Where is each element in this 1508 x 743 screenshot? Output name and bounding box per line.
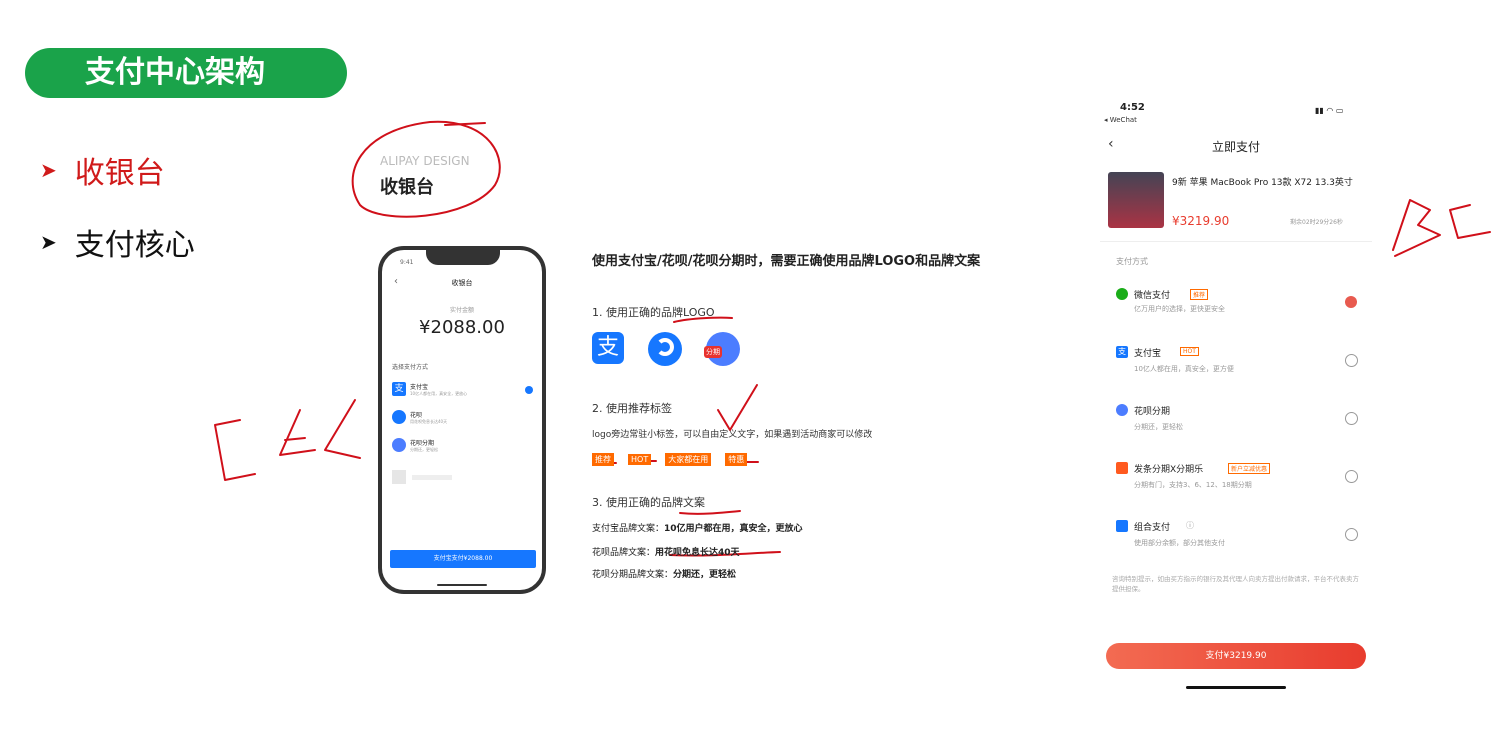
radio-icon[interactable] <box>1345 412 1358 425</box>
radio-icon[interactable] <box>1345 470 1358 483</box>
method-huabei-installment[interactable]: 花呗分期 分期还，更轻松 <box>1116 404 1366 444</box>
method-desc: 使用部分余额，部分其他支付 <box>1134 539 1225 547</box>
method-wechat[interactable]: 微信支付 推荐 亿万用户的选择，更快更安全 <box>1116 288 1366 328</box>
step1-title: 1. 使用正确的品牌LOGO <box>592 306 715 319</box>
tag-row: 推荐 HOT 大家都在用 特惠 <box>592 447 761 466</box>
method-fenqile[interactable]: 发条分期X分期乐 新户立减优惠 分期有门，支持3、6、12、18期分期 <box>1116 462 1366 502</box>
selected-check-icon <box>525 386 533 394</box>
checkout-title: 立即支付 <box>1211 140 1260 154</box>
radio-icon[interactable] <box>1345 354 1358 367</box>
phone-pay-button[interactable]: 支付宝支付¥2088.00 <box>390 550 536 568</box>
copy-huabei: 花呗品牌文案：用花呗免息长达40天 <box>592 545 740 558</box>
section-label: 支付方式 <box>1116 257 1148 266</box>
radio-icon[interactable] <box>1345 528 1358 541</box>
amount-value: ¥2088.00 <box>419 317 505 338</box>
checkout-screen: 4:52 ◂ WeChat ▮▮ ◠ ▭ ‹ 立即支付 9新 苹果 MacBoo… <box>1100 96 1372 706</box>
method-alipay[interactable]: 支 支付宝 10亿人都在用，真安全，更放心 <box>392 382 533 404</box>
method-name: 微信支付 <box>1134 291 1171 301</box>
home-indicator <box>1186 686 1286 689</box>
huabei-icon <box>392 410 406 424</box>
huabei-icon <box>1116 404 1128 416</box>
selected-radio-icon[interactable] <box>1345 296 1357 308</box>
method-name: 花呗分期 <box>410 440 435 447</box>
info-icon[interactable]: ⓘ <box>1186 520 1194 531</box>
section-label: 选择支付方式 <box>392 364 429 371</box>
method-desc: 分期还，更轻松 <box>1134 423 1183 431</box>
method-desc: 亿万用户的选择，更快更安全 <box>1134 305 1225 313</box>
divider <box>1100 241 1372 242</box>
method-name: 组合支付 <box>1134 523 1171 533</box>
method-desc: 用花呗免息长达40天 <box>410 419 448 424</box>
copy-text: 10亿用户都在用，真安全，更放心 <box>664 524 803 534</box>
product-image <box>1108 172 1164 228</box>
method-desc: 10亿人都在用，真安全，更方便 <box>1134 365 1234 373</box>
copy-text: 分期还，更轻松 <box>673 570 737 580</box>
method-huabei-installment[interactable]: 花呗分期 分期还，更轻松 <box>392 438 532 460</box>
method-name: 支付宝 <box>410 384 429 391</box>
phone-notch <box>426 250 500 265</box>
phone-nav-title: 收银台 <box>451 279 473 287</box>
step2-desc: logo旁边常驻小标签，可以自由定义文字，如果遇到活动商家可以修改 <box>592 430 873 440</box>
tag-popular: 大家都在用 <box>665 453 712 466</box>
huabei-installment-logo-icon: 分期 <box>704 332 740 366</box>
step3-title: 3. 使用正确的品牌文案 <box>592 496 705 509</box>
method-tag: HOT <box>1180 347 1199 356</box>
method-huabei[interactable]: 花呗 用花呗免息长达40天 <box>392 410 532 432</box>
method-combined[interactable]: 组合支付 ⓘ 使用部分余额，部分其他支付 <box>1116 520 1366 560</box>
back-to-app[interactable]: ◂ WeChat <box>1104 116 1137 124</box>
placeholder-icon <box>392 470 406 484</box>
method-alipay[interactable]: 支 支付宝 HOT 10亿人都在用，真安全，更方便 <box>1116 346 1366 386</box>
copy-label: 支付宝品牌文案： <box>592 524 665 534</box>
method-name: 花呗 <box>410 412 423 419</box>
pay-button[interactable]: 支付¥3219.90 <box>1106 643 1366 669</box>
phone-mockup: 9:41 ‹ 收银台 实付金额 ¥2088.00 选择支付方式 支 支付宝 10… <box>378 246 546 594</box>
copy-label: 花呗品牌文案： <box>592 548 656 558</box>
status-time: 9:41 <box>400 259 414 266</box>
alipay-logo-icon: 支 <box>592 332 624 364</box>
home-indicator <box>437 584 487 586</box>
status-time: 4:52 <box>1120 102 1145 113</box>
amount-label: 实付金额 <box>449 307 474 314</box>
method-tag: 新户立减优惠 <box>1228 463 1271 474</box>
disclaimer: 咨询特别提示，如由买方指示的银行及其代理人向卖方提出付款请求，平台不代表卖方提供… <box>1112 575 1359 593</box>
alipay-icon: 支 <box>1116 346 1128 358</box>
copy-text: 用花呗免息长达40天 <box>655 548 740 558</box>
installment-badge: 分期 <box>704 346 722 358</box>
guidelines-heading: 使用支付宝/花呗/花呗分期时，需要正确使用品牌LOGO和品牌文案 <box>592 254 981 269</box>
copy-huabei-installment: 花呗分期品牌文案：分期还，更轻松 <box>592 567 736 580</box>
placeholder-line <box>412 475 452 480</box>
copy-label: 花呗分期品牌文案： <box>592 570 674 580</box>
method-name: 花呗分期 <box>1134 407 1171 417</box>
method-desc: 10亿人都在用，真安全，更放心 <box>410 391 468 396</box>
tag-discount: 特惠 <box>725 453 748 466</box>
method-tag: 推荐 <box>1190 289 1209 300</box>
tag-recommend: 推荐 <box>592 453 614 466</box>
tag-hot: HOT <box>628 454 652 465</box>
copy-alipay: 支付宝品牌文案：10亿用户都在用，真安全，更放心 <box>592 521 803 534</box>
fenqile-icon <box>1116 462 1128 474</box>
wechat-icon <box>1116 288 1128 300</box>
product-price: ¥3219.90 <box>1172 214 1230 228</box>
signal-wifi-battery-icon: ▮▮ ◠ ▭ <box>1315 106 1344 115</box>
method-desc: 分期还，更轻松 <box>410 447 438 452</box>
method-name: 发条分期X分期乐 <box>1134 465 1204 475</box>
step2-title: 2. 使用推荐标签 <box>592 402 672 415</box>
method-name: 支付宝 <box>1134 349 1162 359</box>
alipay-icon: 支 <box>392 382 406 396</box>
combined-pay-icon <box>1116 520 1128 532</box>
countdown: 剩余02时29分26秒 <box>1290 219 1343 226</box>
method-desc: 分期有门，支持3、6、12、18期分期 <box>1134 481 1252 489</box>
product-title: 9新 苹果 MacBook Pro 13款 X72 13.3英寸 <box>1172 178 1353 188</box>
huabei-logo-icon <box>648 332 682 366</box>
huabei-installment-icon <box>392 438 406 452</box>
